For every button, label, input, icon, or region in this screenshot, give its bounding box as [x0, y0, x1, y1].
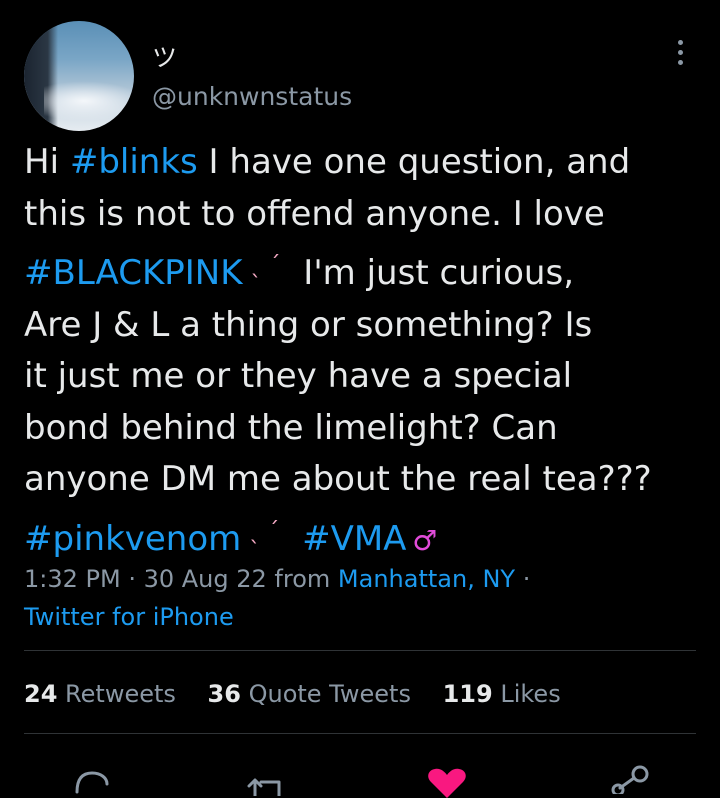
source-link[interactable]: Twitter for iPhone — [24, 598, 530, 636]
tweet-text-segment: Hi — [24, 142, 70, 182]
location-link[interactable]: Manhattan, NY — [338, 565, 515, 593]
from-label: from — [266, 565, 338, 593]
quote-tweets-stat[interactable]: 36 Quote Tweets — [208, 680, 411, 708]
tweet-line: it just me or they have a special — [24, 351, 714, 403]
tweet-stats: 24 Retweets 36 Quote Tweets 119 Likes — [24, 680, 585, 708]
reply-icon[interactable] — [73, 770, 111, 796]
tweet-text-segment: I'm just curious, — [292, 253, 574, 293]
share-icon[interactable] — [610, 764, 650, 794]
tweet-text-segment: anyone DM me about the real tea??? — [24, 459, 652, 499]
meta-separator-trailing: · — [515, 565, 531, 593]
avatar-clouds-shape — [44, 81, 134, 121]
tweet-time[interactable]: 1:32 PM — [24, 565, 121, 593]
tweet-line: #pinkvenom ˎˊ #VMA ♂ — [24, 506, 714, 567]
quote-tweets-count: 36 — [207, 680, 241, 708]
divider — [24, 650, 696, 651]
hashtag-link[interactable]: #VMA — [302, 519, 406, 559]
tweet-text-segment — [291, 519, 302, 559]
retweet-icon[interactable] — [245, 770, 287, 796]
more-icon[interactable] — [668, 40, 692, 68]
tweet-line: this is not to offend anyone. I love — [24, 189, 714, 241]
hashtag-link[interactable]: #BLACKPINK — [24, 253, 243, 293]
meta-separator: · — [120, 565, 144, 593]
dancer-emoji-icon: ♂ — [412, 523, 438, 557]
tweet-text-segment: bond behind the limelight? Can — [24, 407, 558, 448]
emoji-icon: ˎˊ — [250, 253, 289, 278]
tweet-text-segment: this is not to offend anyone. I love — [24, 193, 605, 234]
retweets-label: Retweets — [65, 680, 176, 708]
tweet-line: anyone DM me about the real tea??? — [24, 454, 714, 506]
tweet-line: Hi #blinks I have one question, and — [24, 137, 714, 189]
tweet-date[interactable]: 30 Aug 22 — [144, 565, 267, 593]
tweet-text: Hi #blinks I have one question, and this … — [24, 137, 714, 566]
hashtag-link[interactable]: #pinkvenom — [24, 519, 241, 559]
avatar[interactable] — [24, 21, 134, 131]
tweet-line: #BLACKPINK ˎˊ I'm just curious, — [24, 240, 714, 300]
likes-label: Likes — [500, 680, 561, 708]
likes-count: 119 — [442, 680, 493, 708]
action-bar — [0, 760, 720, 798]
tweet-line: Are J & L a thing or something? Is — [24, 300, 714, 352]
retweets-count: 24 — [24, 680, 58, 708]
tweet-line: bond behind the limelight? Can — [24, 403, 714, 455]
tweet-meta: 1:32 PM · 30 Aug 22 from Manhattan, NY ·… — [24, 560, 530, 636]
tweet-text-segment: Are J & L a thing or something? Is — [24, 304, 593, 345]
divider — [24, 733, 696, 734]
retweets-stat[interactable]: 24 Retweets — [24, 680, 176, 708]
tweet-text-segment: it just me or they have a special — [24, 356, 573, 396]
tweet-text-segment: I have one question, and — [197, 142, 631, 182]
display-name[interactable]: ツ — [152, 38, 177, 74]
likes-stat[interactable]: 119 Likes — [443, 680, 561, 708]
user-handle[interactable]: @unknwnstatus — [152, 82, 352, 111]
hashtag-link[interactable]: #blinks — [70, 142, 198, 182]
quote-tweets-label: Quote Tweets — [248, 680, 411, 708]
emoji-icon: ˎˊ — [249, 518, 288, 544]
